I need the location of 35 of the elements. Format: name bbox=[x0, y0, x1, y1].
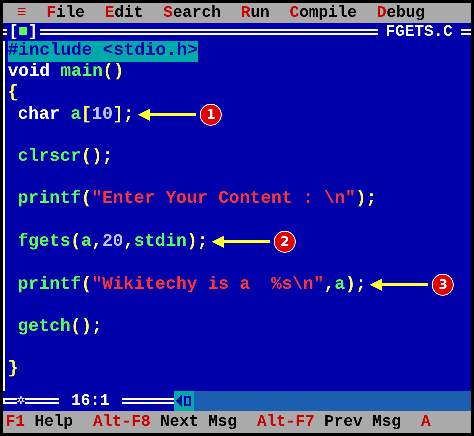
window-title: FGETS.C bbox=[384, 24, 454, 40]
scroll-left-icon[interactable] bbox=[174, 391, 194, 411]
double-rule bbox=[3, 398, 17, 404]
arrow-icon bbox=[370, 279, 428, 291]
double-rule bbox=[122, 398, 174, 404]
menu-item[interactable]: Search bbox=[163, 5, 222, 21]
menu-item[interactable]: Compile bbox=[290, 5, 358, 21]
close-box[interactable]: [■] bbox=[7, 24, 40, 40]
code-line: } bbox=[8, 359, 19, 380]
code-line: clrscr(); bbox=[18, 147, 114, 168]
cursor-position: 16:1 bbox=[70, 393, 111, 409]
callout-badge: 2 bbox=[274, 231, 296, 253]
code-line: printf("Enter Your Content : \n"); bbox=[18, 189, 377, 210]
shortcut-hint[interactable]: F1 Help bbox=[6, 414, 74, 430]
arrow-icon bbox=[212, 236, 270, 248]
horizontal-scrollbar[interactable] bbox=[174, 391, 471, 411]
callout-badge: 1 bbox=[200, 104, 222, 126]
shortcut-hint[interactable]: Alt-F8 Next Msg bbox=[93, 414, 238, 430]
menu-item[interactable]: Edit bbox=[105, 5, 144, 21]
arrow-icon bbox=[138, 109, 196, 121]
shortcut-hint[interactable]: Alt-F7 Prev Msg bbox=[257, 414, 402, 430]
code-line: printf("Wikitechy is a %s\n",a); bbox=[18, 274, 366, 296]
callout-badge: 3 bbox=[432, 274, 454, 296]
menu-item[interactable]: Run bbox=[241, 5, 270, 21]
star-icon: ✲ bbox=[17, 394, 26, 408]
code-line: char a[10]; bbox=[18, 104, 134, 126]
code-line: void main() bbox=[8, 62, 124, 83]
code-line: fgets(a,20,stdin); bbox=[18, 232, 208, 252]
code-line: getch(); bbox=[18, 317, 102, 338]
menu-item[interactable]: File bbox=[46, 5, 86, 21]
menu-item[interactable]: Debug bbox=[377, 5, 426, 21]
code-line: { bbox=[8, 83, 19, 104]
double-rule bbox=[3, 29, 7, 35]
double-rule bbox=[461, 29, 471, 35]
double-rule bbox=[25, 398, 60, 404]
